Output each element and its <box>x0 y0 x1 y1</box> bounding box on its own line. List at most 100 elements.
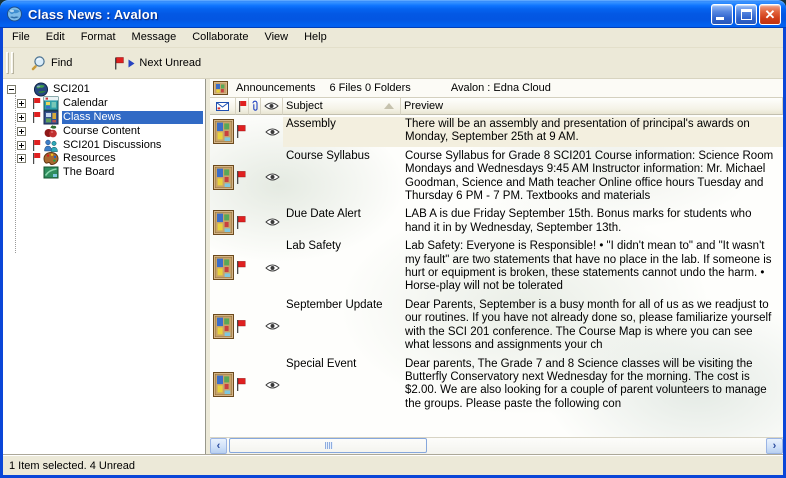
bulletin-board-icon <box>213 255 234 280</box>
tree-item-sci201-discussions[interactable]: SCI201 Discussions <box>3 138 205 152</box>
column-subject[interactable]: Subject <box>283 98 401 115</box>
toolbar-gripper[interactable] <box>6 52 9 74</box>
conference-tree-panel: SCI201 <box>3 79 206 454</box>
next-unread-button[interactable]: Next Unread <box>107 53 208 74</box>
message-preview: Dear parents, The Grade 7 and 8 Science … <box>401 357 783 414</box>
message-list: Assembly There will be an assembly and p… <box>210 115 783 437</box>
preview-header-label: Preview <box>404 100 443 112</box>
eye-icon <box>265 322 280 330</box>
tree-item-label: Course Content <box>62 125 143 138</box>
expand-icon[interactable] <box>17 141 26 150</box>
expand-icon[interactable] <box>17 127 26 136</box>
menu-item-edit[interactable]: Edit <box>38 29 73 46</box>
menu-item-view[interactable]: View <box>256 29 296 46</box>
tree-item-course-content[interactable]: Course Content <box>3 124 205 138</box>
globe-window-icon <box>6 6 23 23</box>
message-row[interactable]: September Update Dear Parents, September… <box>210 296 783 355</box>
find-button[interactable]: Find <box>24 51 79 75</box>
flag-icon <box>238 101 247 112</box>
close-icon: ✕ <box>760 6 780 24</box>
minimize-button[interactable] <box>711 4 733 25</box>
menu-item-format[interactable]: Format <box>73 29 124 46</box>
tree-item-the-board[interactable]: The Board <box>3 166 205 180</box>
sort-ascending-icon <box>384 103 394 109</box>
message-subject: Special Event <box>283 357 401 414</box>
tree-item-calendar[interactable]: Calendar <box>3 97 205 111</box>
collapse-icon[interactable] <box>7 85 16 94</box>
message-row[interactable]: Due Date Alert LAB A is due Friday Septe… <box>210 205 783 237</box>
tree-item-label: Class News <box>62 111 203 124</box>
expand-icon[interactable] <box>17 99 26 108</box>
eye-icon <box>265 264 280 272</box>
flag-icon <box>114 57 124 70</box>
subject-header-label: Subject <box>286 100 323 112</box>
message-preview: LAB A is due Friday September 15th. Bonu… <box>401 207 783 237</box>
message-subject: September Update <box>283 298 401 355</box>
status-text: 1 Item selected. 4 Unread <box>9 460 135 472</box>
bulletin-board-icon <box>213 372 234 397</box>
eye-icon <box>265 173 280 181</box>
column-viewed[interactable] <box>261 98 283 115</box>
globe-icon <box>33 82 49 97</box>
message-row[interactable]: Special Event Dear parents, The Grade 7 … <box>210 355 783 414</box>
unread-flag-icon <box>236 261 246 274</box>
eye-icon <box>265 381 280 389</box>
tree-item-label: SCI201 Discussions <box>62 139 164 152</box>
tree-item-class-news[interactable]: Class News <box>3 111 205 125</box>
apple-icon <box>43 124 59 139</box>
statusbar: 1 Item selected. 4 Unread <box>3 455 783 475</box>
toolbar-gripper[interactable] <box>11 52 14 74</box>
titlebar[interactable]: Class News : Avalon ✕ <box>0 0 786 28</box>
play-icon <box>128 59 135 68</box>
palette-icon <box>43 151 59 166</box>
toolbar: Find Next Unread <box>3 48 783 79</box>
scrollbar-thumb[interactable] <box>229 438 427 453</box>
tree-item-resources[interactable]: Resources <box>3 152 205 166</box>
unread-flag-icon <box>236 378 246 391</box>
unread-flag-icon <box>32 112 41 123</box>
calendar-icon <box>43 96 59 111</box>
eye-icon <box>265 128 280 136</box>
expand-icon[interactable] <box>17 113 26 122</box>
news-icon <box>43 110 59 125</box>
message-row[interactable]: Course Syllabus Course Syllabus for Grad… <box>210 147 783 206</box>
message-list-panel: Announcements 6 Files 0 Folders Avalon :… <box>210 79 783 454</box>
bulletin-board-icon <box>213 210 234 235</box>
maximize-button[interactable] <box>735 4 757 25</box>
message-subject: Course Syllabus <box>283 149 401 206</box>
message-subject: Assembly <box>283 117 401 147</box>
conference-header: Announcements 6 Files 0 Folders Avalon :… <box>210 79 783 98</box>
menu-item-help[interactable]: Help <box>296 29 335 46</box>
tree-item-sci201[interactable]: SCI201 <box>3 83 205 97</box>
message-subject: Lab Safety <box>283 239 401 296</box>
column-flag[interactable] <box>236 98 249 115</box>
unread-flag-icon <box>32 98 41 109</box>
scroll-left-button[interactable]: ‹ <box>210 438 227 454</box>
message-preview: Dear Parents, September is a busy month … <box>401 298 783 355</box>
message-row[interactable]: Lab Safety Lab Safety: Everyone is Respo… <box>210 237 783 296</box>
eye-icon <box>265 218 280 226</box>
menu-item-collaborate[interactable]: Collaborate <box>184 29 256 46</box>
unread-flag-icon <box>236 216 246 229</box>
column-header: Subject Preview <box>210 98 783 115</box>
panel-counts: 6 Files 0 Folders <box>330 82 411 94</box>
horizontal-scrollbar: ‹ › <box>210 437 783 454</box>
unread-flag-icon <box>236 125 246 138</box>
scrollbar-track[interactable] <box>227 438 766 454</box>
column-status[interactable] <box>210 98 236 115</box>
column-attachment[interactable] <box>249 98 261 115</box>
paperclip-icon <box>251 100 259 112</box>
message-preview: Lab Safety: Everyone is Responsible! • "… <box>401 239 783 296</box>
message-preview: Course Syllabus for Grade 8 SCI201 Cours… <box>401 149 783 206</box>
chalkboard-icon <box>43 165 59 180</box>
menu-item-file[interactable]: File <box>4 29 38 46</box>
close-button[interactable]: ✕ <box>759 4 781 25</box>
minimize-icon <box>716 17 724 20</box>
scroll-right-button[interactable]: › <box>766 438 783 454</box>
expand-icon[interactable] <box>17 154 26 163</box>
message-row[interactable]: Assembly There will be an assembly and p… <box>210 115 783 147</box>
panel-title: Announcements <box>236 82 316 94</box>
tree-item-label: Resources <box>62 152 119 165</box>
column-preview[interactable]: Preview <box>401 98 783 115</box>
menu-item-message[interactable]: Message <box>124 29 185 46</box>
